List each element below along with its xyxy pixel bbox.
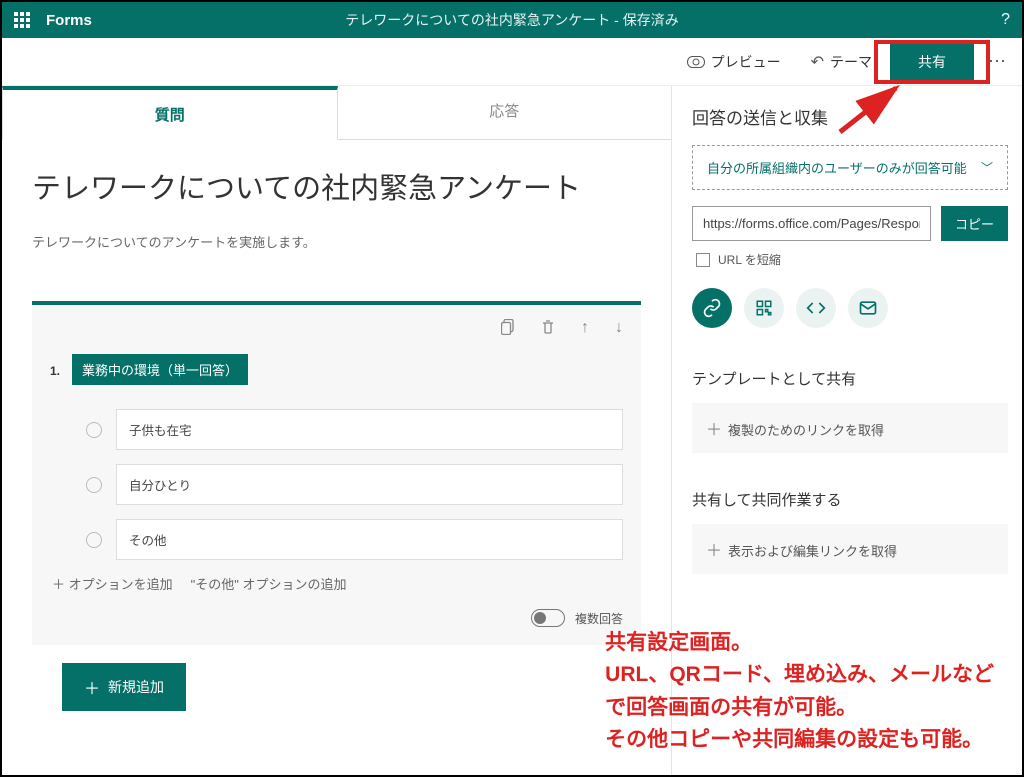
option-input[interactable]: その他 — [116, 519, 623, 560]
add-option-button[interactable]: ＋ オプションを追加 — [52, 574, 173, 593]
question-actions: ＋ オプションを追加 "その他" オプションの追加 — [52, 574, 623, 593]
url-row: コピー — [692, 206, 1008, 241]
more-button[interactable]: ⋯ — [980, 45, 1014, 78]
help-icon[interactable]: ? — [1001, 11, 1010, 29]
share-embed-icon[interactable] — [796, 288, 836, 328]
eye-icon — [687, 56, 705, 68]
option-input[interactable]: 子供も在宅 — [116, 409, 623, 450]
shorten-url-checkbox[interactable]: URL を短縮 — [692, 251, 1008, 268]
plus-icon: ＋ — [706, 543, 722, 560]
option-item: 自分ひとり — [86, 464, 623, 505]
add-question-button[interactable]: ＋ 新規追加 — [62, 663, 186, 711]
form-editor-column: 質問 応答 テレワークについての社内緊急アンケート テレワークについてのアンケー… — [2, 86, 672, 775]
add-other-option-button[interactable]: "その他" オプションの追加 — [191, 574, 347, 593]
multi-answer-toggle[interactable] — [531, 609, 565, 627]
delete-icon[interactable] — [541, 319, 555, 340]
tab-responses[interactable]: 応答 — [338, 86, 672, 140]
move-up-icon[interactable]: ↑ — [581, 319, 589, 340]
copy-url-button[interactable]: コピー — [941, 206, 1008, 241]
question-card: ↑ ↓ 1. 業務中の環境（単一回答） 子供も在宅 自 — [32, 301, 641, 645]
options-list: 子供も在宅 自分ひとり その他 — [86, 409, 623, 560]
question-toolbar: ↑ ↓ — [50, 319, 623, 340]
plus-icon: ＋ — [84, 675, 100, 699]
multi-answer-label: 複数回答 — [575, 610, 623, 627]
share-button[interactable]: 共有 — [890, 44, 974, 80]
share-email-icon[interactable] — [848, 288, 888, 328]
collab-share-section: 共有して共同作業する ＋表示および編集リンクを取得 — [692, 489, 1008, 574]
share-panel-title: 回答の送信と収集 — [692, 104, 1008, 129]
move-down-icon[interactable]: ↓ — [615, 319, 623, 340]
radio-icon — [86, 422, 102, 438]
get-template-link-button[interactable]: ＋複製のためのリンクを取得 — [692, 403, 1008, 453]
shorten-url-label: URL を短縮 — [718, 251, 781, 268]
option-item: 子供も在宅 — [86, 409, 623, 450]
app-launcher-icon[interactable] — [14, 12, 30, 28]
permission-label: 自分の所属組織内のユーザーのみが回答可能 — [707, 158, 967, 177]
option-input[interactable]: 自分ひとり — [116, 464, 623, 505]
get-collab-link-button[interactable]: ＋表示および編集リンクを取得 — [692, 524, 1008, 574]
theme-icon — [811, 52, 824, 72]
form-title[interactable]: テレワークについての社内緊急アンケート — [32, 168, 641, 210]
question-number: 1. — [50, 364, 60, 378]
template-share-title: テンプレートとして共有 — [692, 368, 1008, 389]
form-body: テレワークについての社内緊急アンケート テレワークについてのアンケートを実施しま… — [2, 140, 671, 775]
plus-icon: ＋ — [706, 422, 722, 439]
option-item: その他 — [86, 519, 623, 560]
share-panel: 回答の送信と収集 自分の所属組織内のユーザーのみが回答可能 ﹀ コピー URL … — [672, 86, 1022, 775]
add-question-label: 新規追加 — [108, 677, 164, 697]
tab-questions[interactable]: 質問 — [2, 86, 338, 140]
document-title: テレワークについての社内緊急アンケート - 保存済み — [345, 10, 678, 30]
share-url-input[interactable] — [692, 206, 931, 241]
template-share-section: テンプレートとして共有 ＋複製のためのリンクを取得 — [692, 368, 1008, 453]
theme-button[interactable]: テーマ — [799, 46, 884, 78]
preview-button[interactable]: プレビュー — [675, 46, 793, 78]
form-description[interactable]: テレワークについてのアンケートを実施します。 — [32, 232, 641, 251]
top-ribbon: Forms テレワークについての社内緊急アンケート - 保存済み ? — [2, 2, 1022, 38]
preview-label: プレビュー — [711, 52, 781, 72]
theme-label: テーマ — [830, 52, 872, 72]
copy-icon[interactable] — [501, 319, 515, 340]
form-tabs: 質問 応答 — [2, 86, 671, 140]
question-footer: 複数回答 — [50, 601, 623, 627]
question-title-input[interactable]: 業務中の環境（単一回答） — [72, 354, 248, 385]
radio-icon — [86, 532, 102, 548]
share-link-icon[interactable] — [692, 288, 732, 328]
main-area: 質問 応答 テレワークについての社内緊急アンケート テレワークについてのアンケー… — [2, 86, 1022, 775]
checkbox-icon — [696, 253, 710, 267]
brand-label: Forms — [46, 12, 92, 29]
permission-selector[interactable]: 自分の所属組織内のユーザーのみが回答可能 ﹀ — [692, 145, 1008, 190]
radio-icon — [86, 477, 102, 493]
share-qr-icon[interactable] — [744, 288, 784, 328]
command-bar: プレビュー テーマ 共有 ⋯ — [2, 38, 1022, 86]
collab-share-title: 共有して共同作業する — [692, 489, 1008, 510]
share-method-icons — [692, 288, 1008, 328]
chevron-down-icon: ﹀ — [981, 159, 993, 176]
